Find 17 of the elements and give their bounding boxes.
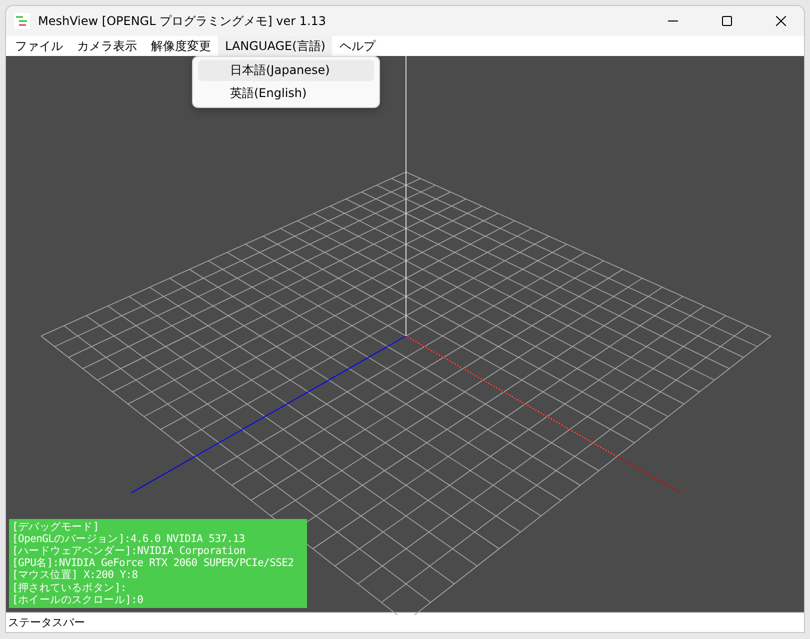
status-text: ステータスバー [8,615,85,630]
debug-line: [ホイールのスクロール]:0 [12,594,144,606]
debug-line: [ハードウェアベンダー]:NVIDIA Corporation [12,544,246,558]
menu-item[interactable]: ファイル [8,36,70,56]
menu-option[interactable]: 日本語(Japanese) [198,60,374,81]
menu-option[interactable]: 英語(English) [198,83,374,104]
menu-item[interactable]: 解像度変更 [144,36,218,56]
menu-item[interactable]: カメラ表示 [70,36,144,56]
menu-item[interactable]: LANGUAGE(言語) [218,36,332,56]
debug-line: [デバッグモード] [12,520,100,533]
debug-line: [OpenGLのバージョン]:4.6.0 NVIDIA 537.13 [12,532,246,545]
window-title: MeshView [OPENGL プログラミングメモ] ver 1.13 [38,12,328,30]
debug-line: [マウス位置] X:200 Y:8 [12,569,139,582]
debug-line: [GPU名]:NVIDIA GeForce RTX 2060 SUPER/PCIe/SSE2 [12,557,295,570]
app-icon [14,13,30,29]
menu-item[interactable]: ヘルプ [332,36,382,56]
debug-line: [押されているボタン]: [12,582,128,594]
